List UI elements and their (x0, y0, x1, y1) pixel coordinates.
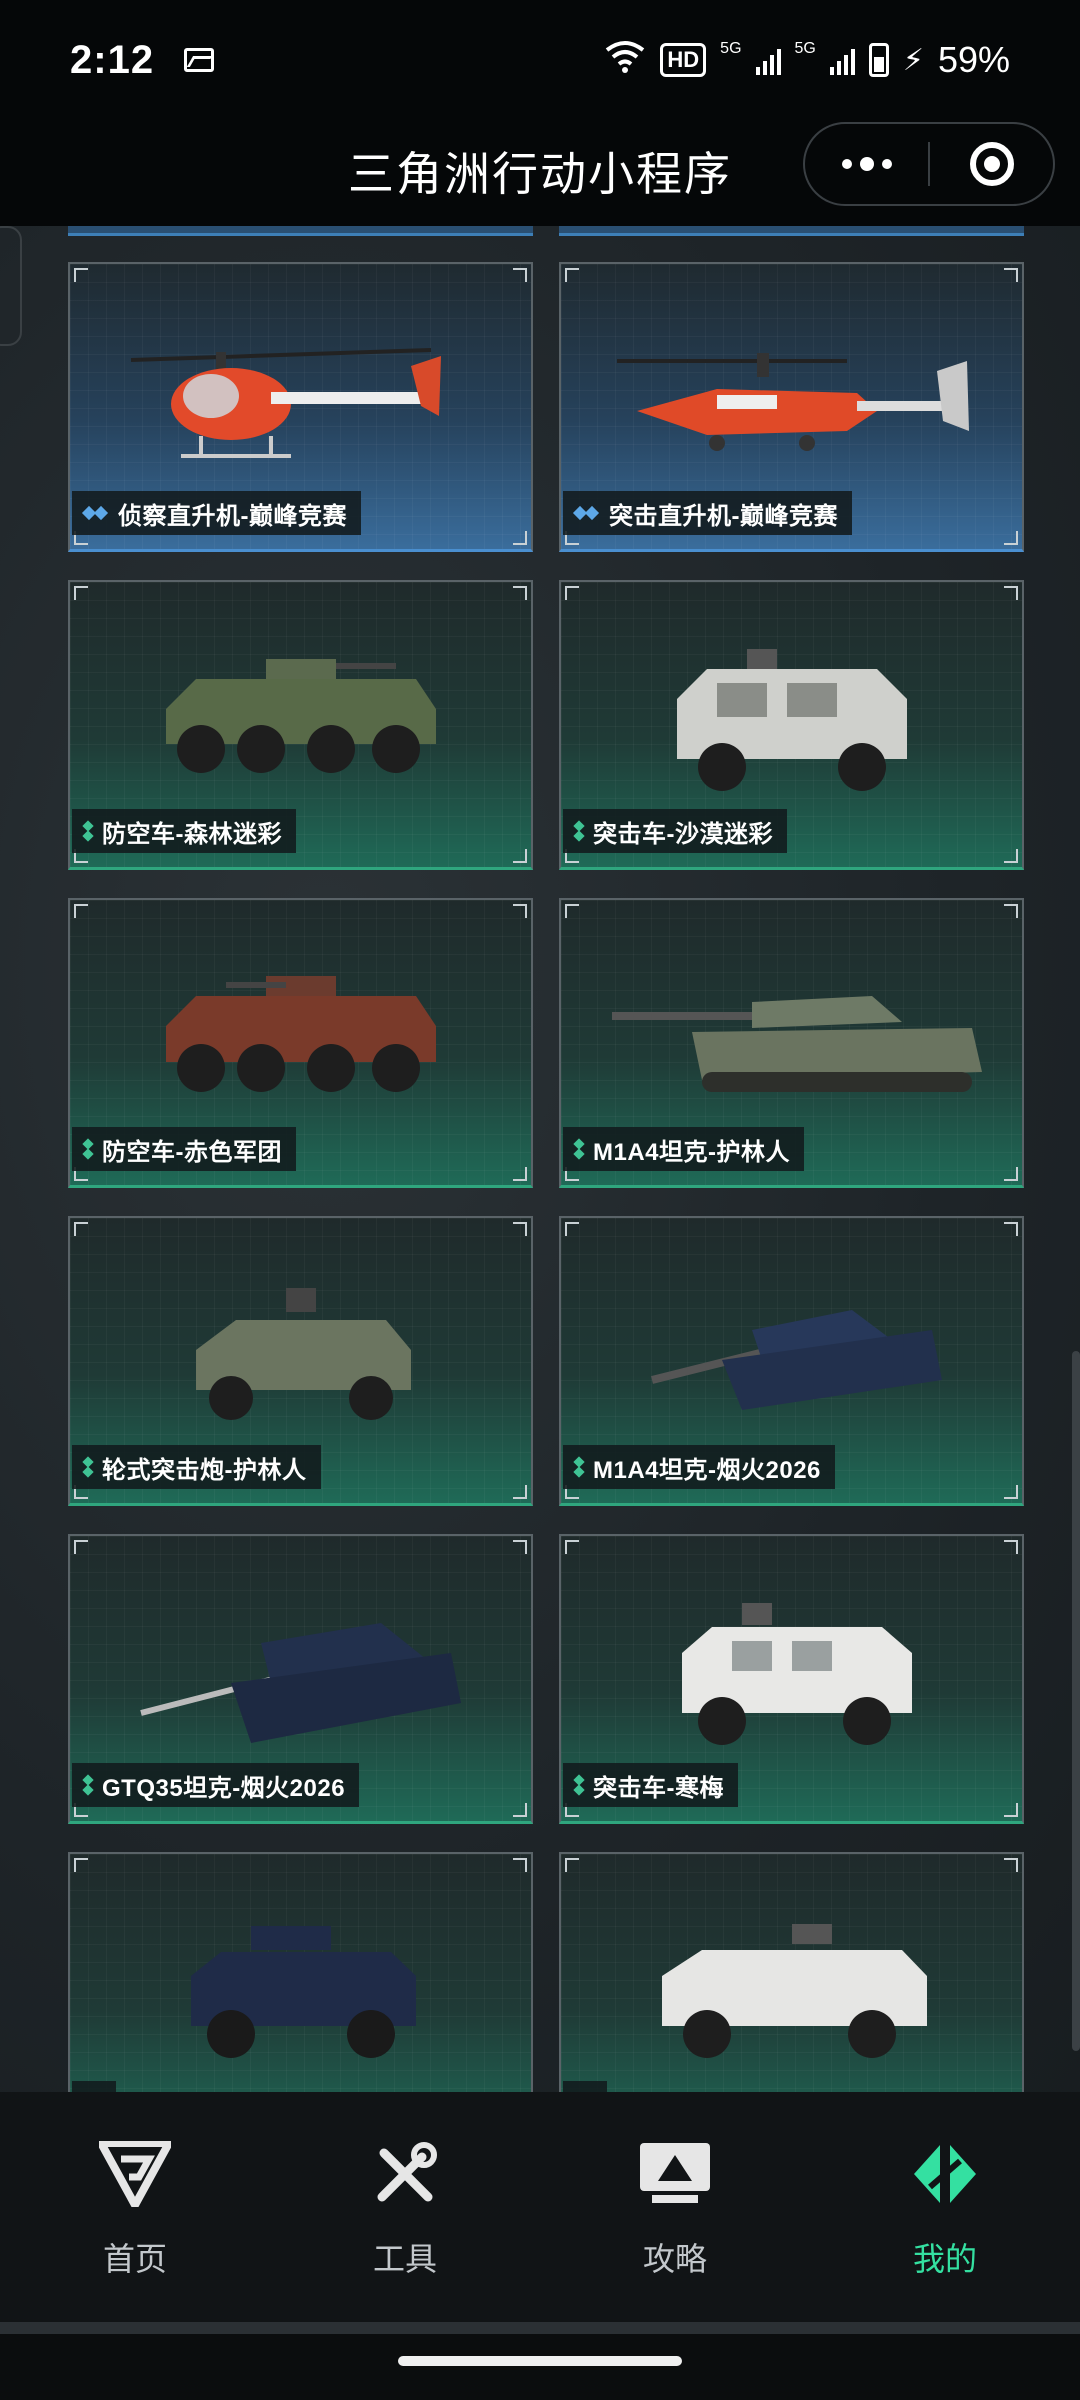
vehicle-card[interactable] (559, 1852, 1024, 2092)
vehicle-card-label: 轮式突击炮-护林人 (72, 1445, 321, 1489)
network-5g-label: 5G (720, 39, 742, 57)
close-button[interactable] (930, 142, 1053, 186)
wifi-icon (604, 38, 646, 83)
rarity-icon (573, 820, 585, 842)
signal-icon-2 (829, 45, 855, 75)
side-tab[interactable] (0, 226, 22, 346)
helicopter-image (616, 352, 969, 451)
miniprogram-capsule (803, 122, 1055, 206)
vehicle-card-label: 侦察直升机-巅峰竞赛 (72, 491, 361, 535)
rarity-icon (81, 505, 109, 521)
rarity-icon (572, 505, 600, 521)
battery-percent: 59% (937, 39, 1010, 80)
vehicle-card[interactable]: M1A4坦克-烟火2026 (559, 1216, 1024, 1506)
vehicle-name: M1A4坦克-烟火2026 (593, 1456, 821, 1484)
rarity-icon (82, 1456, 94, 1478)
vehicle-card-label: 防空车-森林迷彩 (72, 809, 296, 853)
vehicle-name: 侦察直升机-巅峰竞赛 (118, 502, 347, 530)
nav-home-label: 首页 (102, 2241, 167, 2277)
helicopter-image (130, 347, 441, 458)
nav-profile-label: 我的 (912, 2241, 977, 2277)
vehicle-name: 防空车-赤色军团 (102, 1138, 282, 1166)
hd-badge: HD (660, 43, 707, 77)
nav-tools-label: 工具 (372, 2241, 437, 2277)
vehicle-card-label: M1A4坦克-烟火2026 (563, 1445, 835, 1489)
vehicle-image (661, 1923, 927, 2058)
nav-guide[interactable]: 攻略 (540, 2092, 810, 2322)
vehicle-card-label (72, 2081, 116, 2092)
vehicle-name: GTQ35坦克-烟火2026 (102, 1774, 346, 1802)
partial-card (559, 226, 1024, 236)
vehicle-image (165, 658, 436, 773)
charging-icon: ⚡ (902, 43, 924, 77)
vehicle-image (190, 1925, 416, 2058)
vehicle-list[interactable]: 侦察直升机-巅峰竞赛 突击直升机-巅峰竞赛 防空车-森林迷彩 突击车-沙漠迷彩 … (0, 226, 1080, 2092)
vehicle-image (611, 995, 982, 1092)
gesture-divider (0, 2322, 1080, 2334)
nav-profile[interactable]: 我的 (810, 2092, 1080, 2322)
vehicle-card-label: 突击直升机-巅峰竞赛 (563, 491, 852, 535)
home-indicator[interactable] (398, 2356, 682, 2366)
status-indicators: HD 5G 5G ⚡ 59% (604, 38, 1010, 83)
rarity-icon (573, 1138, 585, 1160)
vehicle-card-label: 防空车-赤色军团 (72, 1127, 296, 1171)
vehicle-grid: 侦察直升机-巅峰竞赛 突击直升机-巅峰竞赛 防空车-森林迷彩 突击车-沙漠迷彩 … (68, 262, 1024, 2092)
gesture-bar (0, 2322, 1080, 2400)
vehicle-card[interactable]: 防空车-森林迷彩 (68, 580, 533, 870)
vehicle-card-label (563, 2081, 607, 2092)
rarity-icon (573, 1774, 585, 1796)
vehicle-name: 突击车-沙漠迷彩 (593, 820, 773, 848)
vehicle-image (195, 1287, 411, 1420)
signal-icon (755, 45, 781, 75)
tools-icon (365, 2134, 445, 2214)
vehicle-image (139, 1622, 461, 1743)
vehicle-name: 防空车-森林迷彩 (102, 820, 282, 848)
vehicle-image (650, 1309, 942, 1410)
vehicle-name: 突击直升机-巅峰竞赛 (609, 502, 838, 530)
vehicle-card-label: 突击车-沙漠迷彩 (563, 809, 787, 853)
vehicle-card-label: GTQ35坦克-烟火2026 (72, 1763, 360, 1807)
network-5g-label-2: 5G (794, 39, 816, 57)
target-circle-icon (969, 142, 1014, 186)
vehicle-card[interactable]: 防空车-赤色军团 (68, 898, 533, 1188)
battery-icon (868, 43, 889, 77)
vehicle-name: M1A4坦克-护林人 (593, 1138, 791, 1166)
guide-monitor-icon (635, 2134, 715, 2214)
vehicle-card[interactable]: GTQ35坦克-烟火2026 (68, 1534, 533, 1824)
nav-home[interactable]: 首页 (0, 2092, 270, 2322)
title-bar: 三角洲行动小程序 (0, 120, 1080, 226)
vehicle-name: 突击车-寒梅 (593, 1774, 724, 1802)
vehicle-image (681, 1602, 912, 1745)
vehicle-card-label: M1A4坦克-护林人 (563, 1127, 805, 1171)
vehicle-card[interactable]: 侦察直升机-巅峰竞赛 (68, 262, 533, 552)
vehicle-card[interactable]: 突击直升机-巅峰竞赛 (559, 262, 1024, 552)
rarity-icon (82, 820, 94, 842)
status-bar: 2:12 HD 5G 5G ⚡ 59% (0, 0, 1080, 120)
vehicle-card[interactable]: 突击车-寒梅 (559, 1534, 1024, 1824)
status-time: 2:12 (70, 37, 155, 82)
rarity-icon (82, 1774, 94, 1796)
more-dots-icon[interactable] (805, 157, 928, 171)
nav-tools[interactable]: 工具 (270, 2092, 540, 2322)
vehicle-name: 轮式突击炮-护林人 (102, 1456, 307, 1484)
home-g-logo-icon (95, 2134, 175, 2214)
rarity-icon (573, 1456, 585, 1478)
bottom-nav: 首页 工具 攻略 我的 (0, 2092, 1080, 2322)
vehicle-card[interactable] (68, 1852, 533, 2092)
gallery-icon (184, 48, 215, 72)
rarity-icon (82, 1138, 94, 1160)
vehicle-image (165, 975, 436, 1092)
vehicle-card[interactable]: M1A4坦克-护林人 (559, 898, 1024, 1188)
vehicle-card[interactable]: 轮式突击炮-护林人 (68, 1216, 533, 1506)
profile-logo-icon (905, 2134, 985, 2214)
vehicle-image (676, 648, 907, 791)
vehicle-card[interactable]: 突击车-沙漠迷彩 (559, 580, 1024, 870)
nav-guide-label: 攻略 (642, 2241, 707, 2277)
scrollbar[interactable] (1072, 1351, 1080, 2051)
partial-card (68, 226, 533, 236)
vehicle-card-label: 突击车-寒梅 (563, 1763, 738, 1807)
